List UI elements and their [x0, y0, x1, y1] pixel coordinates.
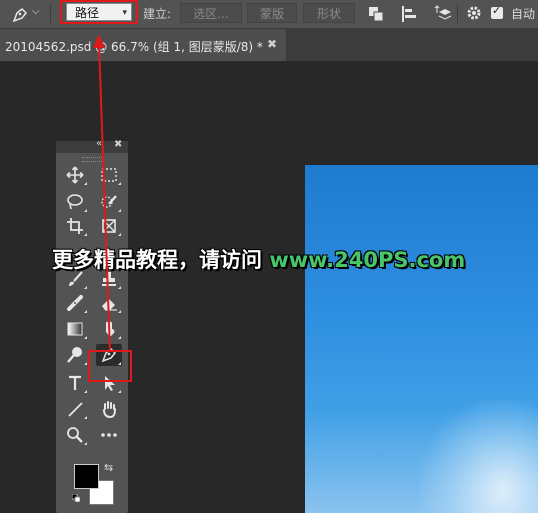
annotation-arrow	[93, 34, 111, 353]
